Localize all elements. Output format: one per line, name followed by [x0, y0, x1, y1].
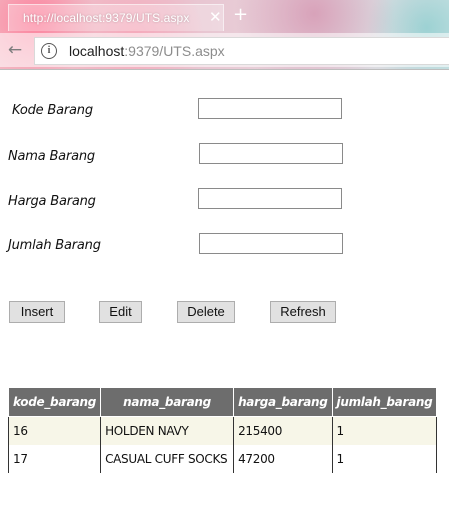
harga-barang-input[interactable]	[198, 188, 342, 209]
table-row: 16 HOLDEN NAVY 215400 1	[7, 416, 438, 445]
tab-close-icon[interactable]: ✕	[209, 9, 222, 25]
header-jumlah-barang: jumlah_barang	[331, 387, 438, 417]
url-host: localhost	[69, 43, 125, 59]
header-harga-barang: harga_barang	[233, 387, 333, 417]
cell-harga: 215400	[233, 416, 333, 445]
nama-barang-label: Nama Barang	[8, 149, 95, 164]
address-bar: ← i localhost:9379/UTS.aspx	[0, 33, 449, 67]
jumlah-barang-input[interactable]	[199, 233, 343, 254]
url-path: :9379/UTS.aspx	[124, 43, 225, 59]
cell-nama: CASUAL CUFF SOCKS	[100, 445, 235, 473]
refresh-button[interactable]: Refresh	[270, 301, 336, 323]
url-field[interactable]: i localhost:9379/UTS.aspx	[34, 37, 449, 65]
table-row: 17 CASUAL CUFF SOCKS 47200 1	[7, 445, 438, 473]
cell-jumlah: 1	[331, 416, 438, 445]
header-kode-barang: kode_barang	[7, 387, 102, 417]
harga-barang-label: Harga Barang	[8, 194, 96, 209]
header-nama-barang: nama_barang	[100, 387, 235, 417]
info-icon[interactable]: i	[41, 43, 57, 59]
browser-chrome: http://localhost:9379/UTS.aspx ✕ + ← i l…	[0, 0, 449, 70]
cell-nama: HOLDEN NAVY	[100, 416, 235, 445]
cell-kode: 17	[7, 445, 102, 473]
nama-barang-input[interactable]	[199, 143, 343, 164]
url-text[interactable]: localhost:9379/UTS.aspx	[69, 43, 225, 59]
insert-button[interactable]: Insert	[9, 301, 65, 323]
barang-grid: kode_barang nama_barang harga_barang jum…	[7, 387, 438, 473]
grid-header-row: kode_barang nama_barang harga_barang jum…	[7, 387, 438, 417]
delete-button[interactable]: Delete	[177, 301, 235, 323]
cell-jumlah: 1	[331, 445, 438, 473]
cell-kode: 16	[7, 416, 102, 445]
kode-barang-input[interactable]	[198, 98, 342, 119]
browser-tab[interactable]: http://localhost:9379/UTS.aspx ✕	[8, 4, 224, 31]
edit-button[interactable]: Edit	[99, 301, 142, 323]
kode-barang-label: Kode Barang	[12, 103, 93, 118]
back-arrow-icon[interactable]: ←	[4, 39, 26, 61]
jumlah-barang-label: Jumlah Barang	[8, 238, 101, 253]
new-tab-icon[interactable]: +	[233, 6, 248, 24]
cell-harga: 47200	[233, 445, 333, 473]
tab-title: http://localhost:9379/UTS.aspx	[23, 11, 190, 25]
